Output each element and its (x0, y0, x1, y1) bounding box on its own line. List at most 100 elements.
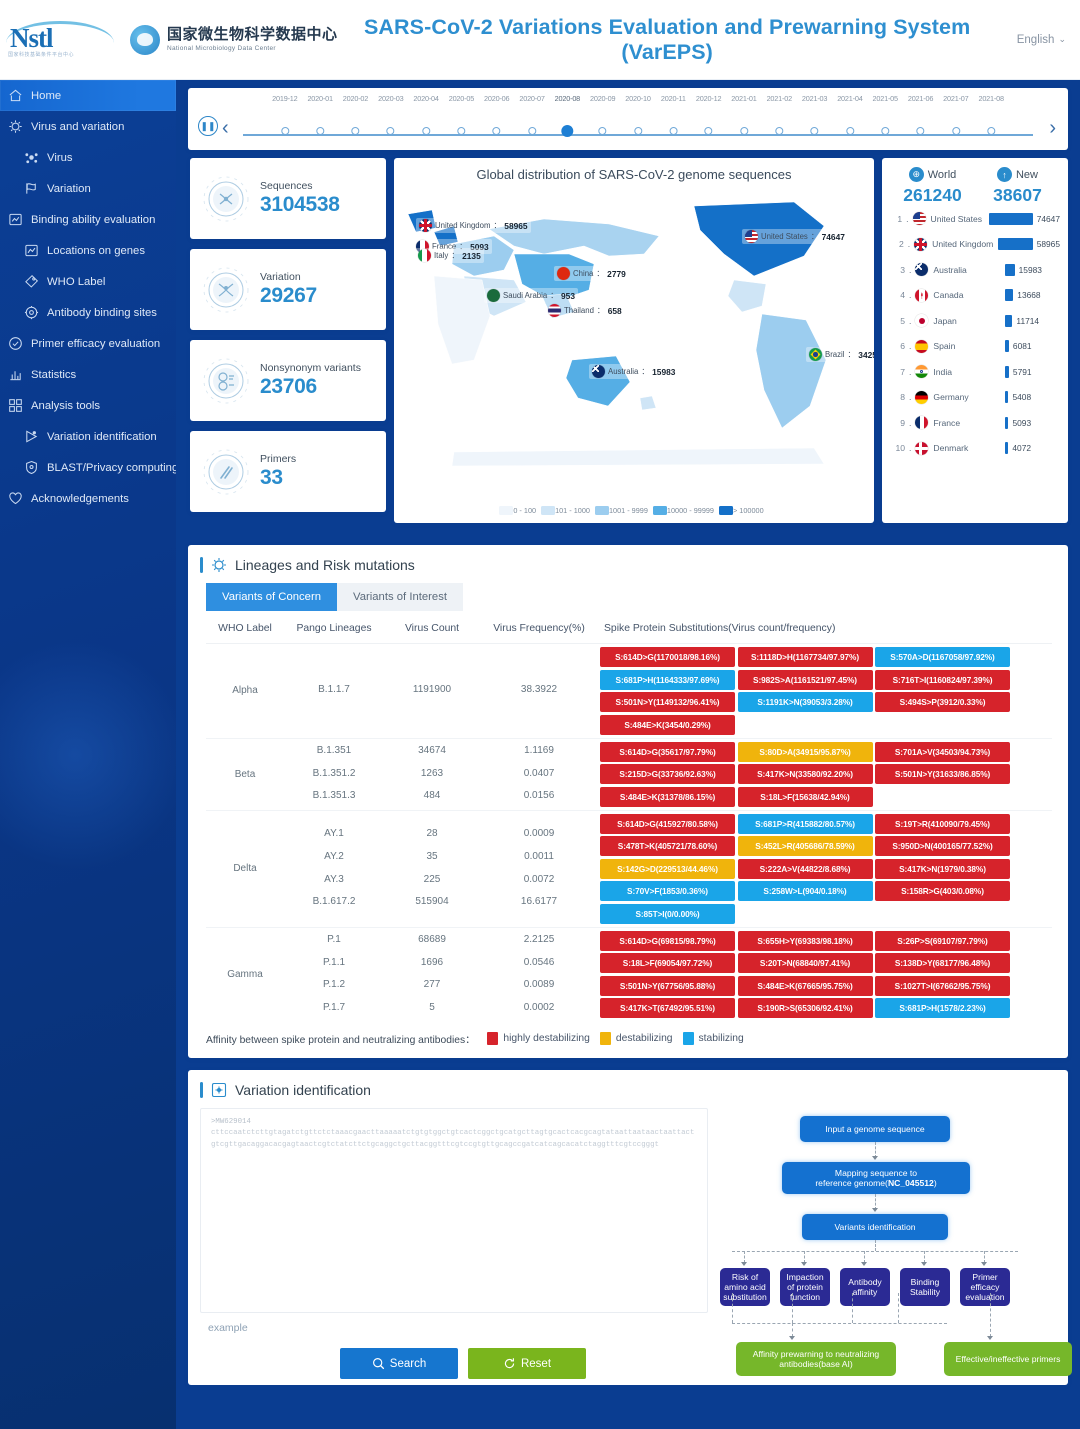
mutation-chip[interactable]: S:80D>A(34915/95.87%) (737, 741, 873, 762)
sidebar-item-binding-ability-evaluation[interactable]: Binding ability evaluation (0, 204, 176, 235)
mutation-chip[interactable]: S:614D>G(69815/98.79%) (600, 930, 735, 951)
map-pin-it[interactable]: Italy： 2135 (415, 248, 484, 263)
mutation-chip[interactable]: S:190R>S(65306/92.41%) (737, 998, 873, 1018)
mutation-chip[interactable]: S:85T>I(0/0.00%) (600, 903, 735, 924)
mutation-chip[interactable]: S:570A>D(1167058/97.92%) (875, 647, 1010, 667)
map-pin-au[interactable]: Australia： 15983 (589, 364, 679, 379)
mutation-chip[interactable]: S:494S>P(3912/0.33%) (875, 692, 1010, 712)
timeline-tick[interactable]: 2019-12 (272, 94, 298, 135)
timeline-tick[interactable]: 2020-05 (449, 94, 474, 135)
map-pin-cn[interactable]: China： 2779 (554, 266, 629, 281)
mutation-chip[interactable]: S:484E>K(3454/0.29%) (600, 714, 735, 735)
sidebar-item-home[interactable]: Home (0, 80, 176, 111)
sidebar-item-locations-on-genes[interactable]: Locations on genes (0, 235, 176, 266)
mutation-chip[interactable]: S:484E>K(67665/95.75%) (737, 975, 873, 996)
mutation-chip[interactable]: S:158R>G(403/0.08%) (875, 881, 1010, 901)
sidebar-item-acknowledgements[interactable]: Acknowledgements (0, 483, 176, 514)
timeline-tick[interactable]: 2020-06 (484, 94, 510, 135)
sidebar-item-statistics[interactable]: Statistics (0, 359, 176, 390)
mutation-chip[interactable]: S:655H>Y(69383/98.18%) (737, 930, 873, 951)
mutation-chip[interactable]: S:19T>R(410090/79.45%) (875, 813, 1010, 834)
timeline-tick[interactable]: 2020-12 (696, 94, 722, 135)
timeline-tick[interactable]: 2020-11 (661, 94, 686, 135)
map-pin-uk[interactable]: United Kingdom： 58965 (416, 218, 531, 233)
ranking-row[interactable]: 3. Australia 15983 (890, 257, 1060, 283)
sidebar-item-blast-privacy-computing[interactable]: BLAST/Privacy computing (0, 452, 176, 483)
sidebar-item-primer-efficacy-evaluation[interactable]: Primer efficacy evaluation (0, 328, 176, 359)
mutation-chip[interactable]: S:1027T>I(67662/95.75%) (875, 975, 1010, 996)
timeline-tick[interactable]: 2020-01 (307, 94, 333, 135)
chevron-left-icon[interactable]: ‹ (222, 117, 229, 140)
ranking-row[interactable]: 8. Germany 5408 (890, 385, 1060, 411)
mutation-chip[interactable]: S:18L>F(69054/97.72%) (600, 953, 735, 973)
timeline-tick[interactable]: 2020-02 (343, 94, 368, 135)
mutation-chip[interactable]: S:681P>R(415882/80.57%) (737, 813, 873, 834)
sidebar-item-analysis-tools[interactable]: Analysis tools (0, 390, 176, 421)
mutation-chip[interactable]: S:478T>K(405721/78.60%) (600, 836, 735, 856)
sidebar-item-who-label[interactable]: WHO Label (0, 266, 176, 297)
stat-card-primers[interactable]: Primers 33 (190, 431, 386, 512)
ranking-row[interactable]: 9. France 5093 (890, 410, 1060, 436)
language-selector[interactable]: English ⌄ (1017, 34, 1066, 46)
ranking-row[interactable]: 6. Spain 6081 (890, 334, 1060, 360)
timeline-tick[interactable]: 2020-08 (555, 94, 580, 137)
ranking-row[interactable]: 10. Denmark 4072 (890, 436, 1060, 462)
mutation-chip[interactable]: S:484E>K(31378/86.15%) (600, 786, 735, 807)
mutation-chip[interactable]: S:1191K>N(39053/3.28%) (737, 692, 873, 712)
mutation-chip[interactable]: S:215D>G(33736/92.63%) (600, 764, 735, 784)
timeline-tick[interactable]: 2021-01 (731, 94, 757, 135)
timeline-tick[interactable]: 2020-04 (413, 94, 439, 135)
pause-icon[interactable]: ❚❚ (198, 116, 218, 136)
mutation-chip[interactable]: S:681P>H(1578/2.23%) (875, 998, 1010, 1018)
mutation-chip[interactable]: S:18L>F(15638/42.94%) (737, 786, 873, 807)
timeline-tick[interactable]: 2020-07 (519, 94, 545, 135)
stat-card-sequences[interactable]: Sequences 3104538 (190, 158, 386, 239)
mutation-chip[interactable]: S:20T>N(68840/97.41%) (737, 953, 873, 973)
timeline-tick[interactable]: 2021-02 (767, 94, 792, 135)
mutation-chip[interactable]: S:258W>L(904/0.18%) (737, 881, 873, 901)
timeline-tick[interactable]: 2020-09 (590, 94, 616, 135)
timeline-slider[interactable]: ❚❚ ‹ 2019-12 2020-01 2020-02 2020-03 2020-04… (188, 88, 1068, 150)
sidebar-item-variation[interactable]: Variation (0, 173, 176, 204)
mutation-chip[interactable]: S:417K>T(67492/95.51%) (600, 998, 735, 1018)
ranking-row[interactable]: 7. India 5791 (890, 359, 1060, 385)
timeline-tick[interactable]: 2020-10 (625, 94, 651, 135)
mutation-chip[interactable]: S:950D>N(400165/77.52%) (875, 836, 1010, 856)
timeline-tick[interactable]: 2021-08 (978, 94, 1004, 135)
ranking-row[interactable]: 4. Canada 13668 (890, 283, 1060, 309)
mutation-chip[interactable]: S:614D>G(35617/97.79%) (600, 741, 735, 762)
mutation-chip[interactable]: S:716T>I(1160824/97.39%) (875, 669, 1010, 690)
ranking-row[interactable]: 1. United States 74647 (890, 206, 1060, 232)
reset-button[interactable]: Reset (468, 1348, 586, 1379)
mutation-chip[interactable]: S:452L>R(405686/78.59%) (737, 836, 873, 856)
mutation-chip[interactable]: S:138D>Y(68177/96.48%) (875, 953, 1010, 973)
mutation-chip[interactable]: S:1118D>H(1167734/97.97%) (737, 647, 873, 667)
timeline-tick[interactable]: 2021-03 (802, 94, 827, 135)
ranking-row[interactable]: 5. Japan 11714 (890, 308, 1060, 334)
chevron-right-icon[interactable]: › (1049, 117, 1056, 140)
sequence-textarea[interactable]: >MW629014 cttccaatctcttgtagatctgttctctaa… (200, 1108, 708, 1313)
world-map[interactable]: United Kingdom： 58965 France： 5093 Italy： 213… (394, 184, 874, 484)
timeline-tick[interactable]: 2021-05 (873, 94, 898, 135)
mutation-chip[interactable]: S:417K>N(1979/0.38%) (875, 858, 1010, 879)
timeline-track[interactable]: 2019-12 2020-01 2020-02 2020-03 2020-04 2020-… (237, 94, 1040, 146)
mutation-chip[interactable]: S:982S>A(1161521/97.45%) (737, 669, 873, 690)
example-link[interactable]: example (208, 1322, 720, 1334)
map-pin-br[interactable]: Brazil：3425 (806, 347, 874, 362)
stat-card-nonsynonym[interactable]: Nonsynonym variants 23706 (190, 340, 386, 421)
timeline-tick[interactable]: 2021-04 (837, 94, 863, 135)
timeline-tick[interactable]: 2020-03 (378, 94, 404, 135)
mutation-chip[interactable]: S:614D>G(1170018/98.16%) (600, 647, 735, 667)
map-pin-th[interactable]: Thailand： 658 (545, 303, 625, 318)
mutation-chip[interactable]: S:701A>V(34503/94.73%) (875, 741, 1010, 762)
search-button[interactable]: Search (340, 1348, 458, 1379)
mutation-chip[interactable]: S:614D>G(415927/80.58%) (600, 813, 735, 834)
timeline-tick[interactable]: 2021-06 (908, 94, 933, 135)
timeline-tick[interactable]: 2021-07 (943, 94, 969, 135)
mutation-chip[interactable]: S:417K>N(33580/92.20%) (737, 764, 873, 784)
mutation-chip[interactable]: S:70V>F(1853/0.36%) (600, 881, 735, 901)
map-pin-us[interactable]: United States： 74647 (742, 229, 848, 244)
tab-variants-of-concern[interactable]: Variants of Concern (206, 583, 338, 611)
mutation-chip[interactable]: S:501N>Y(1149132/96.41%) (600, 692, 735, 712)
mutation-chip[interactable]: S:142G>D(229513/44.46%) (600, 858, 735, 879)
